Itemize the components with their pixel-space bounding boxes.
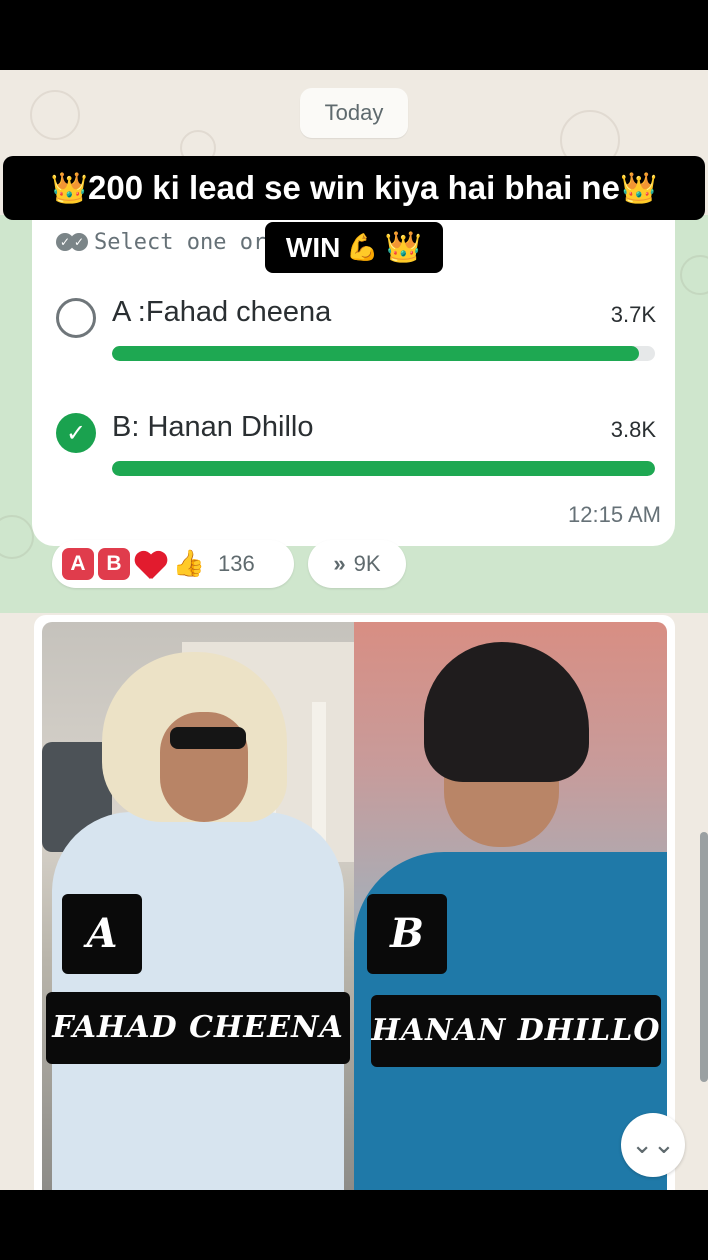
poll-option-label: A :Fahad cheena (112, 296, 332, 328)
b-button-icon: B (98, 548, 130, 580)
thumbs-up-icon: 👍 (172, 549, 206, 579)
photo-candidate-a: A FAHAD CHEENA (42, 622, 354, 1190)
poll-select-hint: Select one or (94, 229, 267, 255)
crown-icon: 👑 (619, 171, 658, 205)
radio-checked-icon[interactable]: ✓ (56, 413, 96, 453)
photo-candidate-b: B HANAN DHILLO (354, 622, 667, 1190)
poll-option-count: 3.8K (610, 417, 656, 442)
message-timestamp: 12:15 AM (568, 502, 661, 527)
poll-option-bar-fill (112, 461, 655, 476)
a-button-icon: A (62, 548, 94, 580)
image-message[interactable]: A FAHAD CHEENA B HANAN DHILLO (34, 615, 675, 1190)
poll-option-bar (112, 346, 655, 361)
date-chip: Today (300, 88, 408, 138)
reaction-count: 136 (218, 551, 255, 576)
poll-hint-row: ✓ ✓ Select one or (56, 228, 266, 256)
poll-option-bar (112, 461, 655, 476)
sunglasses (170, 727, 246, 749)
forward-count: 9K (353, 551, 381, 576)
forward-count-pill[interactable]: » 9K (308, 540, 406, 588)
crown-icon: 👑 (50, 171, 89, 205)
win-text: WIN (285, 231, 341, 263)
double-check-icon: ✓ ✓ (56, 233, 88, 251)
crown-icon: 👑 (384, 231, 423, 264)
label-name-b: HANAN DHILLO (371, 995, 661, 1067)
video-caption-banner: 👑 200 ki lead se win kiya hai bhai ne 👑 (3, 156, 705, 220)
poll-option-count: 3.7K (610, 302, 656, 327)
reactions-pill[interactable]: A B 👍 136 (52, 540, 294, 588)
poll-option-bar-fill (112, 346, 639, 361)
scroll-down-icon[interactable]: ⌄⌄ (621, 1113, 685, 1177)
chat-screen: Today ✓ ✓ Select one or A :Fahad cheena 3… (0, 0, 708, 1260)
poll-option-label: B: Hanan Dhillo (112, 411, 314, 443)
scrollbar[interactable] (700, 832, 708, 1082)
poll-option-a[interactable]: A :Fahad cheena 3.7K (56, 296, 656, 386)
flexed-arm-icon: 💪 (346, 232, 379, 262)
win-badge: WIN 💪 👑 (265, 222, 443, 273)
radio-unchecked-icon[interactable] (56, 298, 96, 338)
label-name-a: FAHAD CHEENA (46, 992, 350, 1064)
label-letter-b: B (367, 894, 447, 974)
candidate-b-hair (424, 642, 589, 782)
forward-icon: » (333, 551, 346, 576)
caption-text: 200 ki lead se win kiya hai bhai ne (88, 169, 620, 206)
label-letter-a: A (62, 894, 142, 974)
heart-icon (134, 548, 168, 580)
poll-option-b[interactable]: ✓ B: Hanan Dhillo 3.8K (56, 411, 656, 501)
